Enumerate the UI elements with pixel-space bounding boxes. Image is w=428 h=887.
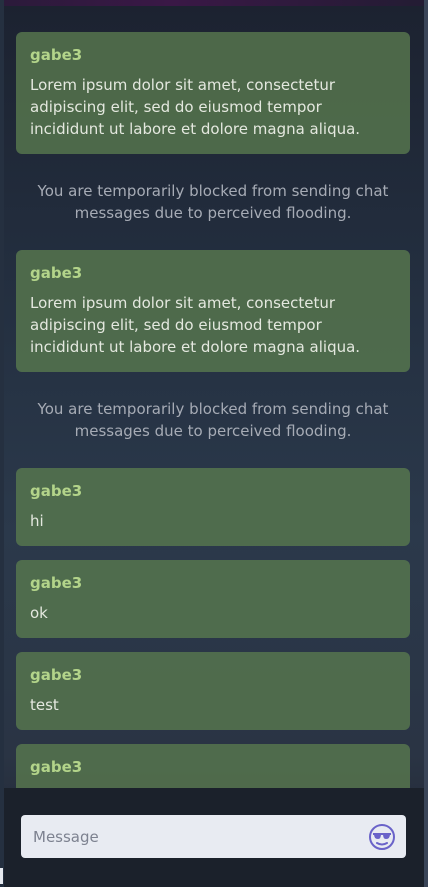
- chat-message: gabe3 ok: [16, 560, 410, 638]
- system-notice: You are temporarily blocked from sending…: [37, 182, 389, 222]
- left-edge: [0, 0, 4, 887]
- message-username[interactable]: gabe3: [30, 45, 396, 65]
- chat-message: gabe3 test: [16, 652, 410, 730]
- chat-message: gabe3: [16, 744, 410, 788]
- message-username[interactable]: gabe3: [30, 757, 396, 777]
- corner-mark: [0, 868, 3, 884]
- message-username[interactable]: gabe3: [30, 665, 396, 685]
- message-text: Lorem ipsum dolor sit amet, consectetur …: [30, 294, 361, 356]
- system-notice: You are temporarily blocked from sending…: [37, 400, 389, 440]
- message-composer: [4, 788, 424, 887]
- chat-message: gabe3 Lorem ipsum dolor sit amet, consect…: [16, 250, 410, 372]
- message-text: Lorem ipsum dolor sit amet, consectetur …: [30, 76, 361, 138]
- message-text: hi: [30, 512, 44, 530]
- message-text: test: [30, 696, 59, 714]
- top-bar: [0, 0, 428, 6]
- sunglasses-emoji-icon[interactable]: [368, 823, 396, 851]
- chat-message: gabe3 hi: [16, 468, 410, 546]
- chat-message-list[interactable]: gabe3 Lorem ipsum dolor sit amet, consect…: [16, 32, 410, 788]
- message-input[interactable]: [31, 826, 362, 847]
- message-username[interactable]: gabe3: [30, 573, 396, 593]
- message-text: ok: [30, 604, 48, 622]
- chat-message: gabe3 Lorem ipsum dolor sit amet, consect…: [16, 32, 410, 154]
- message-input-container: [21, 815, 406, 858]
- message-username[interactable]: gabe3: [30, 481, 396, 501]
- scrollbar-track[interactable]: [424, 0, 428, 887]
- message-username[interactable]: gabe3: [30, 263, 396, 283]
